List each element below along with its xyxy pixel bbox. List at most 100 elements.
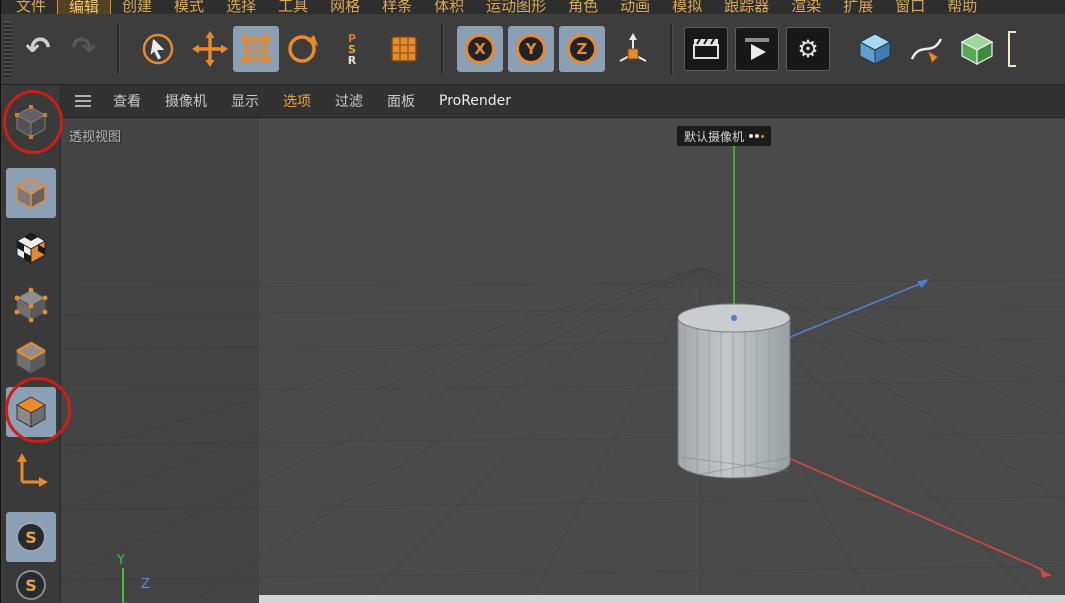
main-toolbar: ↶ ↷ xyxy=(1,14,1065,85)
viewport-menu-icon[interactable] xyxy=(75,95,91,107)
scene-3d: Y Z xyxy=(61,118,1065,603)
coordinate-system-icon xyxy=(612,28,654,70)
viewport-menu-item[interactable]: 过滤 xyxy=(323,91,375,111)
svg-text:Y: Y xyxy=(116,553,125,568)
polygon-mode-icon xyxy=(10,391,52,433)
scale-tool-button[interactable] xyxy=(233,26,279,72)
snap-button[interactable]: S xyxy=(6,512,56,562)
toolbar-grip-handle[interactable] xyxy=(4,21,11,77)
rotate-tool-button[interactable] xyxy=(279,26,325,72)
svg-text:S: S xyxy=(25,576,37,595)
menu-item[interactable]: 选择 xyxy=(215,0,267,14)
add-generator-button[interactable] xyxy=(954,26,1000,72)
viewport-menu-item-options[interactable]: 选项 xyxy=(271,91,323,111)
viewport-menu-item[interactable]: 摄像机 xyxy=(153,91,219,111)
enable-axis-button[interactable] xyxy=(6,445,56,495)
x-axis-icon: X xyxy=(465,34,495,64)
spline-pen-icon xyxy=(908,31,944,67)
live-selection-icon xyxy=(139,30,177,68)
menu-item[interactable]: 帮助 xyxy=(936,0,988,14)
menu-item[interactable]: 窗口 xyxy=(884,0,936,14)
psr-button[interactable]: P S R xyxy=(329,26,375,72)
menu-item[interactable]: 跟踪器 xyxy=(713,0,780,14)
snap-secondary-button[interactable]: S xyxy=(6,560,56,603)
gear-icon: ⚙ xyxy=(797,37,819,61)
menu-item[interactable]: 模拟 xyxy=(661,0,713,14)
menu-item[interactable]: 运动图形 xyxy=(475,0,557,14)
rotate-tool-icon xyxy=(283,30,321,68)
camera-tag-icon xyxy=(749,134,764,138)
make-editable-button[interactable] xyxy=(6,97,56,147)
snap-icon: S xyxy=(10,516,52,558)
lock-x-axis-button[interactable]: X xyxy=(457,26,503,72)
toolbar-separator xyxy=(117,24,119,74)
menu-item[interactable]: 网格 xyxy=(319,0,371,14)
viewport-menu-item-prorender[interactable]: ProRender xyxy=(427,93,523,109)
menu-item[interactable]: 创建 xyxy=(111,0,163,14)
render-view-button[interactable] xyxy=(684,27,728,71)
workplane-icon xyxy=(387,32,421,66)
viewport-canvas[interactable]: 透视视图 默认摄像机 xyxy=(61,118,1065,603)
texture-mode-icon xyxy=(10,227,52,269)
svg-text:Z: Z xyxy=(141,577,150,592)
viewport-menu-item[interactable]: 面板 xyxy=(375,91,427,111)
undo-icon: ↶ xyxy=(25,34,50,64)
viewport-menu-item[interactable]: 显示 xyxy=(219,91,271,111)
lock-y-axis-button[interactable]: Y xyxy=(508,26,554,72)
model-mode-icon xyxy=(10,172,52,214)
spline-pen-button[interactable] xyxy=(903,26,949,72)
svg-text:S: S xyxy=(25,528,37,547)
viewport-menubar: 查看 摄像机 显示 选项 过滤 面板 ProRender xyxy=(61,85,1065,118)
snap-secondary-icon: S xyxy=(10,564,52,603)
redo-icon: ↷ xyxy=(71,34,96,64)
polygon-mode-button[interactable] xyxy=(6,387,56,437)
menu-item[interactable]: 扩展 xyxy=(832,0,884,14)
add-cube-primitive-button[interactable] xyxy=(852,26,898,72)
toolbar-separator xyxy=(670,24,672,74)
render-settings-button[interactable]: ⚙ xyxy=(786,27,830,71)
cylinder-object[interactable] xyxy=(678,304,790,478)
camera-tag[interactable]: 默认摄像机 xyxy=(677,126,771,146)
menu-item[interactable]: 模式 xyxy=(163,0,215,14)
psr-icon: P S R xyxy=(348,33,356,66)
menu-item[interactable]: 样条 xyxy=(371,0,423,14)
texture-mode-button[interactable] xyxy=(6,223,56,273)
move-tool-button[interactable] xyxy=(187,26,233,72)
z-axis-icon: Z xyxy=(567,34,597,64)
menubar: 文件 编辑 创建 模式 选择 工具 网格 样条 体积 运动图形 角色 动画 模拟… xyxy=(1,0,1065,14)
menu-item[interactable]: 动画 xyxy=(609,0,661,14)
render-picture-viewer-icon xyxy=(742,35,772,63)
point-mode-icon xyxy=(10,284,52,326)
enable-axis-icon xyxy=(10,449,52,491)
make-editable-icon xyxy=(10,101,52,143)
move-tool-icon xyxy=(191,30,229,68)
bottom-edge-strip xyxy=(259,595,1065,603)
scale-tool-icon xyxy=(237,30,275,68)
view-label: 透视视图 xyxy=(69,126,121,145)
edge-mode-button[interactable] xyxy=(6,333,56,383)
toolbar-separator xyxy=(441,24,443,74)
undo-button[interactable]: ↶ xyxy=(15,26,61,72)
workplane-button[interactable] xyxy=(381,26,427,72)
menu-item-edit[interactable]: 编辑 xyxy=(57,0,111,14)
edge-mode-icon xyxy=(10,337,52,379)
render-view-icon xyxy=(691,36,721,62)
model-mode-button[interactable] xyxy=(6,168,56,218)
generator-cube-icon xyxy=(959,31,995,67)
cube-primitive-icon xyxy=(857,31,893,67)
live-selection-button[interactable] xyxy=(135,26,181,72)
redo-button[interactable]: ↷ xyxy=(61,26,107,72)
coordinate-system-button[interactable] xyxy=(610,26,656,72)
cinema4d-window: 文件 编辑 创建 模式 选择 工具 网格 样条 体积 运动图形 角色 动画 模拟… xyxy=(0,0,1065,603)
menu-item[interactable]: 体积 xyxy=(423,0,475,14)
menu-item[interactable]: 渲染 xyxy=(780,0,832,14)
lock-z-axis-button[interactable]: Z xyxy=(559,26,605,72)
menu-item[interactable]: 文件 xyxy=(5,0,57,14)
y-axis-icon: Y xyxy=(516,34,546,64)
palette-edge-bracket xyxy=(1008,31,1016,67)
viewport-menu-item[interactable]: 查看 xyxy=(101,91,153,111)
menu-item[interactable]: 工具 xyxy=(267,0,319,14)
render-picture-viewer-button[interactable] xyxy=(735,27,779,71)
point-mode-button[interactable] xyxy=(6,280,56,330)
menu-item[interactable]: 角色 xyxy=(557,0,609,14)
